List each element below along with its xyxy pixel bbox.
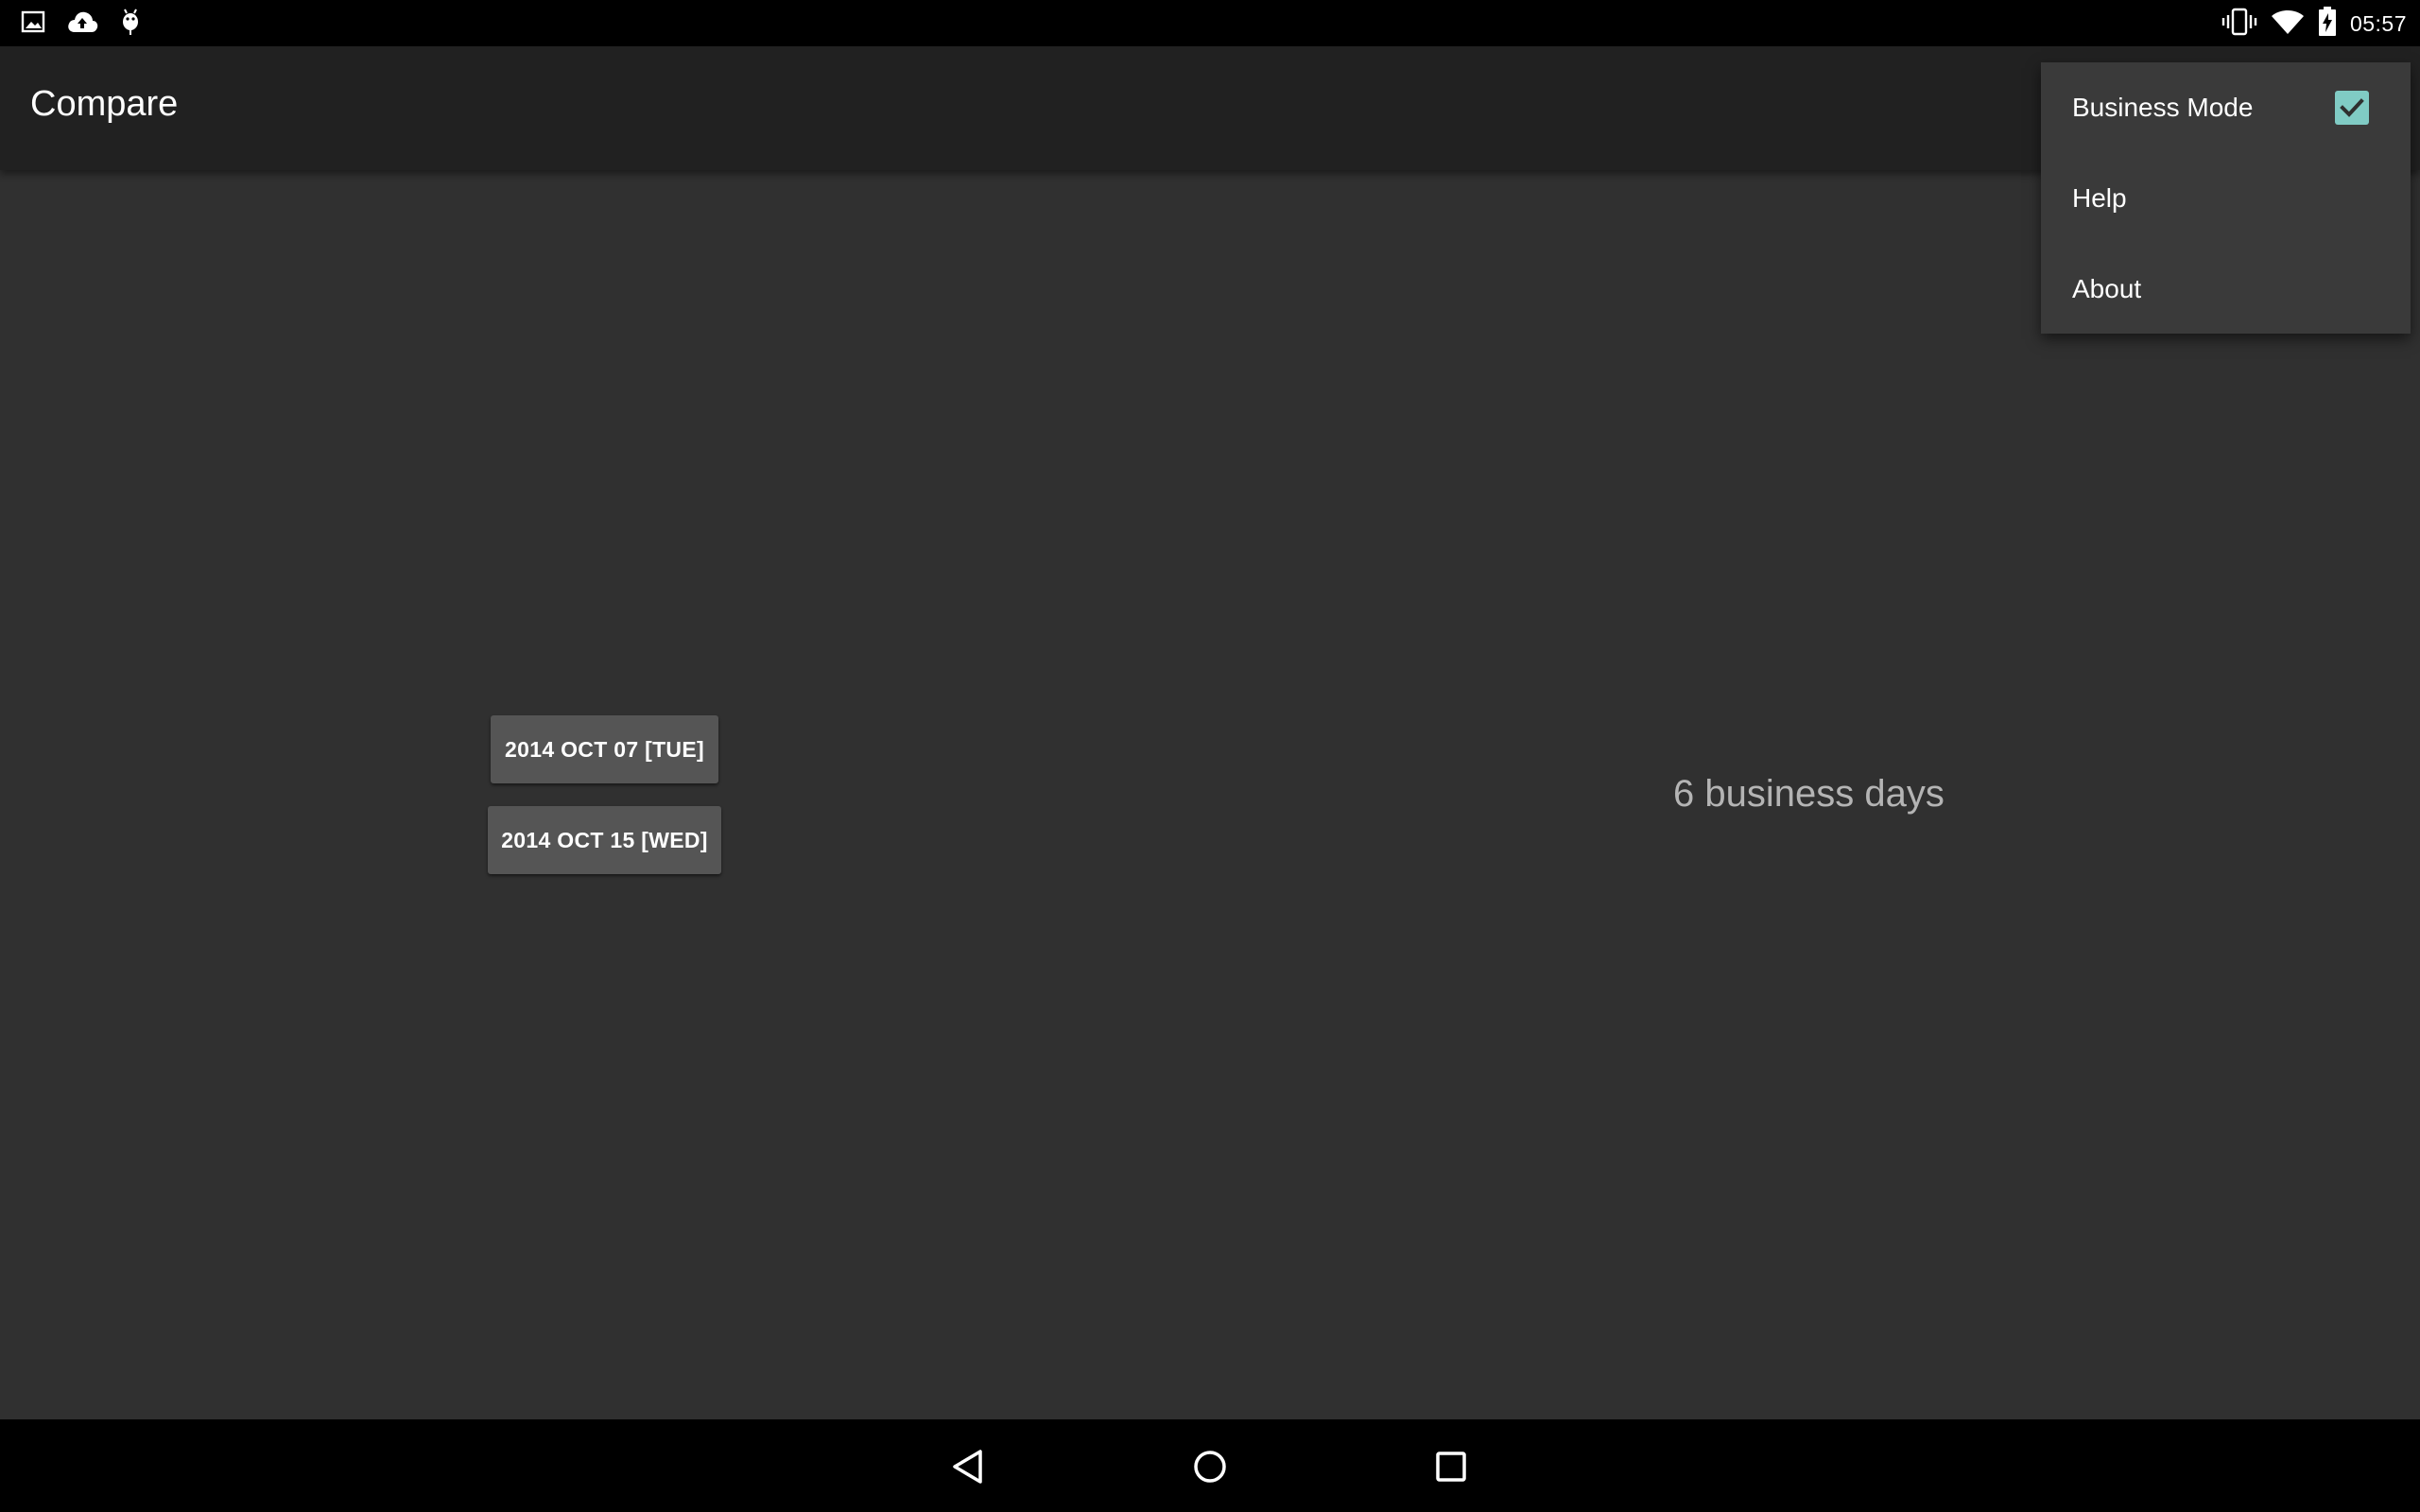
home-icon: [1194, 1451, 1226, 1483]
wifi-icon: [2271, 9, 2305, 40]
business-mode-checkbox[interactable]: [2335, 91, 2369, 125]
cloud-upload-icon: [66, 9, 98, 39]
menu-item-about[interactable]: About: [2041, 244, 2411, 335]
page-title: Compare: [30, 84, 179, 124]
status-bar: 05:57: [0, 0, 2420, 46]
status-system: 05:57: [2221, 6, 2407, 42]
android-debug-icon: [119, 8, 142, 41]
menu-item-business-mode[interactable]: Business Mode: [2041, 62, 2411, 153]
nav-back-button[interactable]: [940, 1438, 996, 1495]
menu-item-label: Help: [2072, 183, 2127, 213]
main-content: 2014 OCT 07 [TUE] 2014 OCT 15 [WED] 6 bu…: [0, 170, 2420, 1419]
checkmark-icon: [2340, 98, 2364, 117]
status-notifications: [21, 8, 142, 40]
nav-home-button[interactable]: [1182, 1438, 1238, 1495]
menu-item-label: About: [2072, 274, 2142, 303]
vibrate-icon: [2221, 8, 2257, 41]
screen: 05:57 Compare 2014 OCT 07 [TUE] 2014 OCT…: [0, 0, 2420, 1512]
navigation-bar: [0, 1419, 2420, 1512]
back-icon: [953, 1450, 982, 1484]
overflow-menu: Business Mode Help About: [2041, 62, 2411, 334]
status-time: 05:57: [2349, 10, 2407, 36]
end-date-button[interactable]: 2014 OCT 15 [WED]: [488, 806, 721, 874]
nav-recents-button[interactable]: [1423, 1438, 1479, 1495]
menu-item-label: Business Mode: [2072, 93, 2254, 122]
image-notification-icon: [21, 9, 45, 39]
start-date-button[interactable]: 2014 OCT 07 [TUE]: [491, 715, 718, 783]
menu-item-help[interactable]: Help: [2041, 153, 2411, 244]
battery-charging-icon: [2318, 6, 2337, 42]
recents-icon: [1436, 1452, 1466, 1482]
result-text: 6 business days: [1673, 773, 1945, 815]
